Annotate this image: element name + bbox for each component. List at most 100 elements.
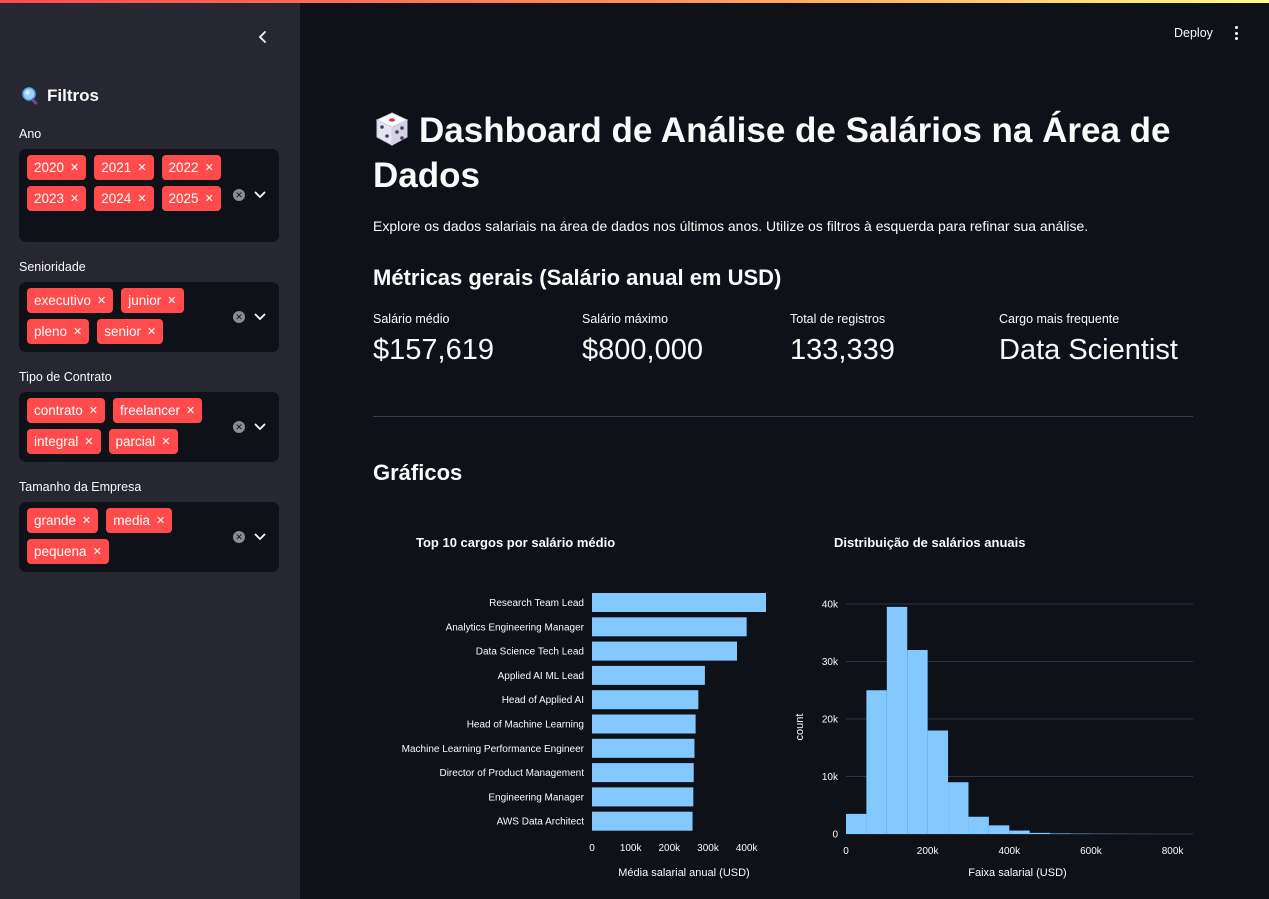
remove-chip-icon[interactable]: ✕ bbox=[137, 192, 146, 205]
chevron-left-icon bbox=[258, 31, 266, 43]
category-label: Head of Applied AI bbox=[502, 695, 584, 706]
remove-chip-icon[interactable]: ✕ bbox=[167, 294, 176, 307]
bar-chart-title: Top 10 cargos por salário médio bbox=[416, 535, 616, 550]
chip-ano[interactable]: 2024 ✕ bbox=[94, 186, 154, 211]
x-tick-label: 0 bbox=[843, 846, 849, 857]
histogram-bar bbox=[927, 730, 949, 834]
sidebar: Filtros Ano 2020 ✕ 2021 ✕ 2022 ✕ 2023 ✕ 2024… bbox=[0, 0, 300, 899]
remove-chip-icon[interactable]: ✕ bbox=[70, 192, 79, 205]
chevron-down-icon[interactable] bbox=[254, 423, 266, 431]
metric-total-registros: Total de registros 133,339 bbox=[790, 312, 895, 366]
sidebar-title-text: Filtros bbox=[47, 86, 99, 105]
chip-ano[interactable]: 2023 ✕ bbox=[27, 186, 87, 211]
histogram-bar bbox=[948, 782, 969, 834]
y-tick-label: 0 bbox=[832, 830, 838, 841]
chip-tamanho-empresa[interactable]: media ✕ bbox=[106, 508, 173, 533]
remove-chip-icon[interactable]: ✕ bbox=[89, 404, 98, 417]
clear-all-icon[interactable]: ✕ bbox=[233, 189, 245, 201]
chip-tamanho-empresa[interactable]: grande ✕ bbox=[27, 508, 99, 533]
y-tick-label: 10k bbox=[822, 772, 839, 783]
remove-chip-icon[interactable]: ✕ bbox=[137, 161, 146, 174]
section-divider bbox=[373, 416, 1193, 417]
histogram-bar bbox=[1009, 830, 1030, 834]
page-title: Dashboard de Análise de Salários na Área… bbox=[373, 108, 1193, 198]
remove-chip-icon[interactable]: ✕ bbox=[97, 294, 106, 307]
bar-mark bbox=[592, 763, 694, 783]
x-tick-label: 600k bbox=[1080, 846, 1103, 857]
remove-chip-icon[interactable]: ✕ bbox=[93, 545, 102, 558]
chip-ano[interactable]: 2025 ✕ bbox=[161, 186, 221, 211]
remove-chip-icon[interactable]: ✕ bbox=[186, 404, 195, 417]
chip-senioridade[interactable]: executivo ✕ bbox=[27, 288, 114, 313]
remove-chip-icon[interactable]: ✕ bbox=[147, 325, 156, 338]
histogram-title: Distribuição de salários anuais bbox=[834, 535, 1026, 550]
bar-mark bbox=[592, 641, 737, 661]
top-accent-bar bbox=[0, 0, 1269, 3]
filter-label-senioridade: Senioridade bbox=[19, 260, 86, 274]
chip-senioridade[interactable]: junior ✕ bbox=[121, 288, 184, 313]
y-tick-label: 20k bbox=[822, 715, 839, 726]
chip-tipo-contrato[interactable]: freelancer ✕ bbox=[113, 398, 203, 423]
y-axis-label: count bbox=[794, 714, 806, 741]
category-label: Applied AI ML Lead bbox=[498, 671, 584, 682]
histogram-bar bbox=[1050, 833, 1071, 834]
chip-senioridade[interactable]: senior ✕ bbox=[97, 319, 164, 344]
histogram-bar bbox=[968, 816, 989, 834]
chip-ano[interactable]: 2021 ✕ bbox=[94, 155, 154, 180]
filter-label-ano: Ano bbox=[19, 127, 42, 141]
chevron-down-icon[interactable] bbox=[254, 191, 266, 199]
remove-chip-icon[interactable]: ✕ bbox=[73, 325, 82, 338]
metric-salario-maximo: Salário máximo $800,000 bbox=[582, 312, 703, 366]
y-tick-label: 30k bbox=[822, 657, 839, 668]
bar-mark bbox=[592, 665, 705, 685]
filter-label-tipo-contrato: Tipo de Contrato bbox=[19, 370, 112, 384]
x-tick-label: 200k bbox=[917, 846, 940, 857]
clear-all-icon[interactable]: ✕ bbox=[233, 531, 245, 543]
chip-tamanho-empresa[interactable]: pequena ✕ bbox=[27, 539, 109, 564]
bar-mark bbox=[592, 690, 699, 710]
main-menu-icon[interactable] bbox=[1230, 26, 1242, 40]
category-label: Engineering Manager bbox=[488, 792, 584, 803]
bar-mark bbox=[592, 593, 766, 612]
charts-heading: Gráficos bbox=[373, 460, 463, 485]
remove-chip-icon[interactable]: ✕ bbox=[82, 514, 91, 527]
clear-all-icon[interactable]: ✕ bbox=[233, 421, 245, 433]
multiselect-ano[interactable]: 2020 ✕ 2021 ✕ 2022 ✕ 2023 ✕ 2024 ✕ 2025 ✕ ✕ bbox=[19, 149, 279, 242]
chip-ano[interactable]: 2020 ✕ bbox=[27, 155, 87, 180]
chevron-down-icon[interactable] bbox=[254, 533, 266, 541]
category-label: Machine Learning Performance Engineer bbox=[402, 744, 585, 755]
chip-ano[interactable]: 2022 ✕ bbox=[161, 155, 221, 180]
chip-senioridade[interactable]: pleno ✕ bbox=[27, 319, 90, 344]
chevron-down-icon[interactable] bbox=[254, 313, 266, 321]
collapse-sidebar-button[interactable] bbox=[251, 26, 275, 48]
bar-mark bbox=[592, 787, 694, 807]
deploy-button[interactable]: Deploy bbox=[1174, 26, 1213, 40]
histogram-bar bbox=[1029, 832, 1051, 834]
metrics-heading: Métricas gerais (Salário anual em USD) bbox=[373, 265, 782, 290]
remove-chip-icon[interactable]: ✕ bbox=[161, 435, 170, 448]
remove-chip-icon[interactable]: ✕ bbox=[84, 435, 93, 448]
x-tick-label: 100k bbox=[620, 843, 643, 854]
multiselect-senioridade[interactable]: executivo ✕ junior ✕ pleno ✕ senior ✕ ✕ bbox=[19, 282, 279, 352]
histogram-bar bbox=[846, 813, 867, 834]
multiselect-tipo-contrato[interactable]: contrato ✕ freelancer ✕ integral ✕ parcial ✕… bbox=[19, 392, 279, 462]
bar-mark bbox=[592, 617, 747, 637]
metric-cargo-frequente: Cargo mais frequente Data Scientist bbox=[999, 312, 1178, 366]
histogram-bar bbox=[866, 690, 887, 834]
remove-chip-icon[interactable]: ✕ bbox=[156, 514, 165, 527]
multiselect-tamanho-empresa[interactable]: grande ✕ media ✕ pequena ✕ ✕ bbox=[19, 502, 279, 572]
clear-all-icon[interactable]: ✕ bbox=[233, 311, 245, 323]
magnifier-icon bbox=[22, 87, 38, 105]
remove-chip-icon[interactable]: ✕ bbox=[205, 161, 214, 174]
x-tick-label: 800k bbox=[1162, 846, 1185, 857]
chip-tipo-contrato[interactable]: parcial ✕ bbox=[108, 429, 178, 454]
dice-icon bbox=[375, 112, 409, 146]
x-tick-label: 400k bbox=[998, 846, 1021, 857]
sidebar-title: Filtros bbox=[21, 86, 99, 106]
x-tick-label: 200k bbox=[658, 843, 681, 854]
remove-chip-icon[interactable]: ✕ bbox=[70, 161, 79, 174]
x-axis-label: Média salarial anual (USD) bbox=[618, 867, 749, 879]
remove-chip-icon[interactable]: ✕ bbox=[205, 192, 214, 205]
chip-tipo-contrato[interactable]: contrato ✕ bbox=[27, 398, 105, 423]
chip-tipo-contrato[interactable]: integral ✕ bbox=[27, 429, 101, 454]
